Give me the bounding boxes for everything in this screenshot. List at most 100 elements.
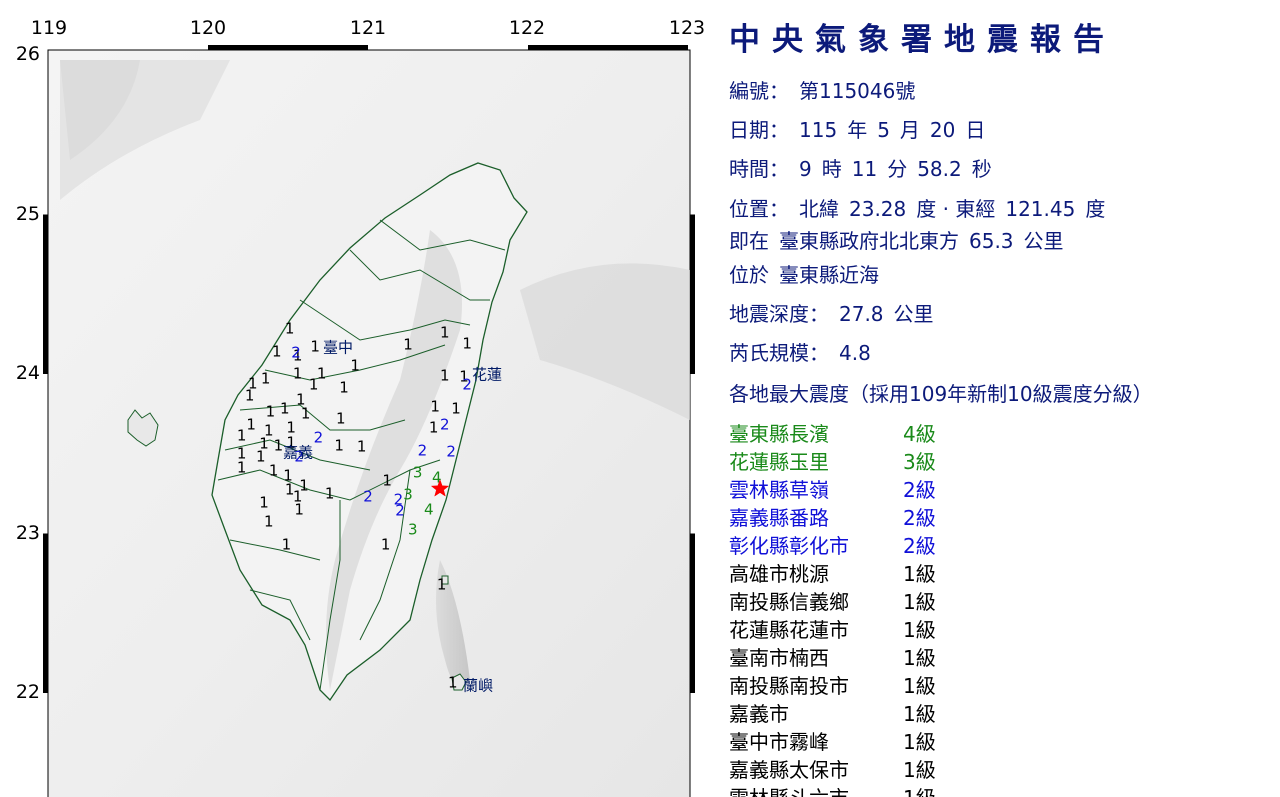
date-year: 115 — [799, 118, 838, 142]
report-magnitude: 芮氏規模： 4.8 — [729, 337, 881, 366]
intensity-mark: 1 — [356, 437, 367, 456]
report-title: 中央氣象署地震報告 — [729, 22, 1116, 58]
intensity-mark: 1 — [273, 436, 284, 455]
station-row: 臺中市霧峰 1級 — [729, 726, 1269, 754]
location-lat: 23.28 — [849, 197, 907, 221]
station-name: 南投縣南投市 — [729, 674, 849, 698]
intensity-mark: 1 — [380, 535, 391, 554]
time-minute-unit: 分 — [887, 157, 908, 181]
location-lon: 121.45 — [1005, 197, 1076, 221]
time-second-unit: 秒 — [971, 157, 992, 181]
intensity-mark: 2 — [395, 501, 405, 520]
frame-tick-bar — [528, 45, 688, 50]
time-second: 58.2 — [917, 157, 962, 181]
lon-tick-label: 120 — [189, 17, 227, 39]
depth-value: 27.8 — [839, 302, 884, 326]
lat-tick-label: 22 — [15, 681, 40, 703]
intensity-mark: 1 — [284, 319, 295, 338]
station-name: 雲林縣斗六市 — [729, 782, 849, 797]
intensity-mark: 3 — [403, 485, 413, 504]
region-value: 臺東縣近海 — [779, 263, 879, 287]
date-year-unit: 年 — [847, 118, 868, 142]
intensity-mark: 1 — [324, 484, 335, 503]
intensity-mark: 1 — [334, 436, 344, 455]
earthquake-report: 中央氣象署地震報告 編號： 第115046號 日期： 115 年 5 月 20 日 時間： 9 時… — [729, 0, 1279, 797]
report-number: 編號： 第115046號 — [729, 75, 925, 104]
intensity-mark: 1 — [246, 415, 256, 434]
intensity-mark: 1 — [451, 399, 461, 418]
relative-label: 即在 — [729, 229, 769, 253]
station-row: 臺東縣長濱 4級 — [729, 418, 1269, 446]
report-time: 時間： 9 時 11 分 58.2 秒 — [729, 153, 1002, 182]
station-row: 南投縣南投市 1級 — [729, 670, 1269, 698]
station-row: 嘉義縣番路 2級 — [729, 502, 1269, 530]
intensity-mark: 1 — [462, 334, 472, 353]
intensity-map: 119 120 121 122 123 26 25 24 23 22 11111… — [0, 0, 715, 797]
station-name: 嘉義縣太保市 — [729, 758, 849, 782]
intensity-mark: 3 — [408, 520, 418, 539]
intensity-mark: 1 — [448, 673, 458, 692]
frame-tick-bar — [690, 533, 695, 693]
station-name: 嘉義縣番路 — [729, 506, 829, 530]
station-name: 高雄市桃源 — [729, 562, 829, 586]
intensity-mark: 2 — [291, 343, 301, 362]
intensity-mark: 1 — [440, 366, 450, 385]
magnitude-value: 4.8 — [839, 341, 871, 365]
station-level: 2級 — [903, 534, 936, 558]
relative-distance: 65.3 — [969, 229, 1014, 253]
station-level: 3級 — [903, 450, 936, 474]
station-level: 1級 — [903, 702, 936, 726]
lon-tick-label: 122 — [508, 17, 546, 39]
lat-tick-label: 25 — [15, 203, 40, 225]
station-level: 2級 — [903, 506, 936, 530]
date-day-unit: 日 — [965, 118, 986, 142]
report-relative-location: 即在 臺東縣政府北北東方 65.3 公里 — [729, 225, 1074, 254]
station-level: 1級 — [903, 646, 936, 670]
intensity-mark: 1 — [430, 397, 440, 416]
intensity-heading: 各地最大震度（採用109年新制10級震度分級） — [729, 382, 1153, 406]
intensity-mark: 1 — [440, 323, 450, 342]
station-row: 彰化縣彰化市 2級 — [729, 530, 1269, 558]
intensity-mark: 1 — [403, 335, 413, 354]
station-level: 1級 — [903, 758, 936, 782]
intensity-mark: 1 — [294, 500, 304, 519]
station-level: 1級 — [903, 730, 936, 754]
station-name: 嘉義市 — [729, 702, 789, 726]
place-label-chiayi: 嘉義 — [283, 443, 314, 462]
date-label: 日期： — [729, 118, 789, 142]
date-day: 20 — [929, 118, 956, 142]
station-row: 高雄市桃源 1級 — [729, 558, 1269, 586]
intensity-mark: 1 — [436, 575, 447, 594]
station-level: 1級 — [903, 562, 936, 586]
station-row: 嘉義縣太保市 1級 — [729, 754, 1269, 782]
depth-unit: 公里 — [893, 302, 934, 326]
depth-label: 地震深度： — [729, 302, 829, 326]
station-level: 1級 — [903, 618, 936, 642]
station-name: 花蓮縣花蓮市 — [729, 618, 849, 642]
intensity-mark: 2 — [446, 442, 456, 461]
report-depth: 地震深度： 27.8 公里 — [729, 298, 944, 327]
relative-reference: 臺東縣政府北北東方 — [779, 229, 959, 253]
magnitude-label: 芮氏規模： — [729, 341, 829, 365]
intensity-mark: 1 — [264, 512, 274, 531]
report-region: 位於 臺東縣近海 — [729, 259, 889, 288]
intensity-mark: 1 — [300, 404, 311, 423]
intensity-mark: 1 — [236, 426, 247, 445]
station-name: 臺東縣長濱 — [729, 422, 829, 446]
station-row: 雲林縣斗六市 1級 — [729, 782, 1269, 797]
place-label-taichung: 臺中 — [323, 338, 354, 357]
time-hour: 9 — [799, 157, 812, 181]
number-value: 第115046號 — [799, 79, 916, 103]
station-level: 1級 — [903, 782, 936, 797]
intensity-mark: 1 — [336, 409, 346, 428]
station-level: 1級 — [903, 590, 936, 614]
intensity-mark: 1 — [259, 493, 269, 512]
frame-tick-bar — [690, 214, 695, 374]
station-name: 雲林縣草嶺 — [729, 478, 829, 502]
relative-unit: 公里 — [1023, 229, 1064, 253]
lon-tick-label: 121 — [349, 17, 387, 39]
intensity-mark: 1 — [382, 471, 392, 490]
station-name: 彰化縣彰化市 — [729, 534, 849, 558]
frame-tick-bar — [43, 533, 48, 693]
station-level: 1級 — [903, 674, 936, 698]
